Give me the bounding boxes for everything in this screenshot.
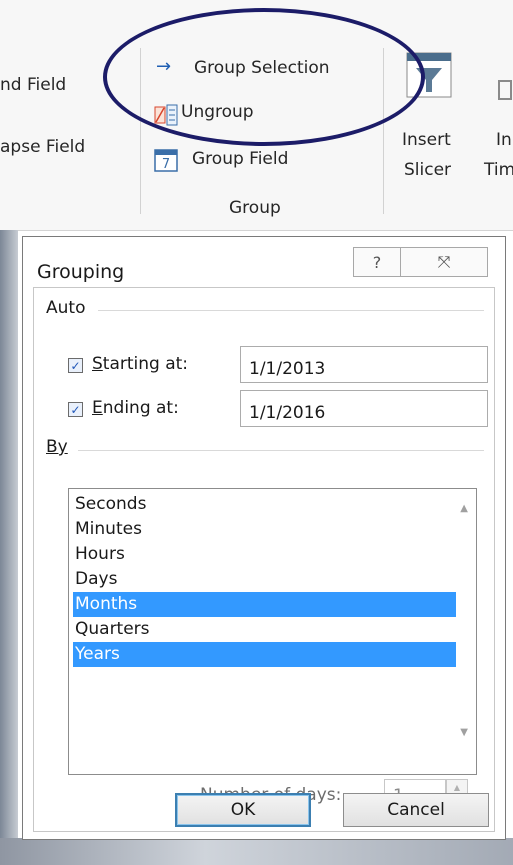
list-item[interactable]: Seconds xyxy=(73,492,456,517)
help-icon: ? xyxy=(372,252,382,272)
ending-at-input[interactable] xyxy=(240,390,488,427)
expand-field-button[interactable]: nd Field xyxy=(0,75,66,95)
group-field-icon: 7 xyxy=(154,148,178,172)
ribbon: nd Field apse Field → Group Selection Un… xyxy=(0,0,513,231)
cancel-button[interactable]: Cancel xyxy=(343,793,489,827)
dialog-body: Auto ✓ Starting at: ✓ Ending at: By Seco… xyxy=(33,287,495,832)
list-item[interactable]: Quarters xyxy=(73,617,456,642)
backdrop xyxy=(0,838,513,865)
by-section-divider xyxy=(78,450,484,451)
scroll-up-icon[interactable]: ▲ xyxy=(460,503,468,514)
backdrop xyxy=(0,230,18,865)
grouping-dialog: Grouping ? ⤧ Auto ✓ Starting at: ✓ Endin… xyxy=(22,236,506,840)
ok-button[interactable]: OK xyxy=(175,793,311,827)
list-item[interactable]: Minutes xyxy=(73,517,456,542)
list-item[interactable]: Days xyxy=(73,567,456,592)
ending-at-checkbox[interactable]: ✓ xyxy=(68,402,83,417)
list-item-selected[interactable]: Years xyxy=(73,642,456,667)
svg-text:7: 7 xyxy=(162,157,170,172)
starting-at-label: Starting at: xyxy=(92,354,189,374)
timeline-icon xyxy=(498,80,512,100)
auto-section-divider xyxy=(98,310,484,311)
group-title: Group xyxy=(229,198,281,218)
close-button[interactable]: ⤧ xyxy=(400,247,488,277)
by-listbox[interactable]: Seconds Minutes Hours Days Months Quarte… xyxy=(68,488,477,775)
insert-slicer-line1: Insert xyxy=(402,130,451,150)
by-section-label: By xyxy=(46,437,68,457)
list-item[interactable]: Hours xyxy=(73,542,456,567)
group-field-label: Group Field xyxy=(192,149,289,169)
starting-at-input[interactable] xyxy=(240,346,488,383)
highlight-oval xyxy=(103,8,425,146)
list-item-selected[interactable]: Months xyxy=(73,592,456,617)
close-icon: ⤧ xyxy=(437,252,451,271)
help-button[interactable]: ? xyxy=(353,247,401,277)
insert-slicer-line2: Slicer xyxy=(404,160,452,180)
insert-timeline-button[interactable]: In Tim xyxy=(482,52,513,182)
ending-at-label: Ending at: xyxy=(92,398,179,418)
insert-timeline-line2: Tim xyxy=(484,160,513,180)
dialog-title: Grouping xyxy=(37,261,125,283)
collapse-field-button[interactable]: apse Field xyxy=(0,137,85,157)
scroll-down-icon[interactable]: ▼ xyxy=(460,727,468,738)
starting-at-checkbox[interactable]: ✓ xyxy=(68,358,83,373)
insert-timeline-line1: In xyxy=(496,130,512,150)
group-field-button[interactable]: 7 Group Field xyxy=(154,145,334,175)
auto-section-label: Auto xyxy=(46,298,86,318)
